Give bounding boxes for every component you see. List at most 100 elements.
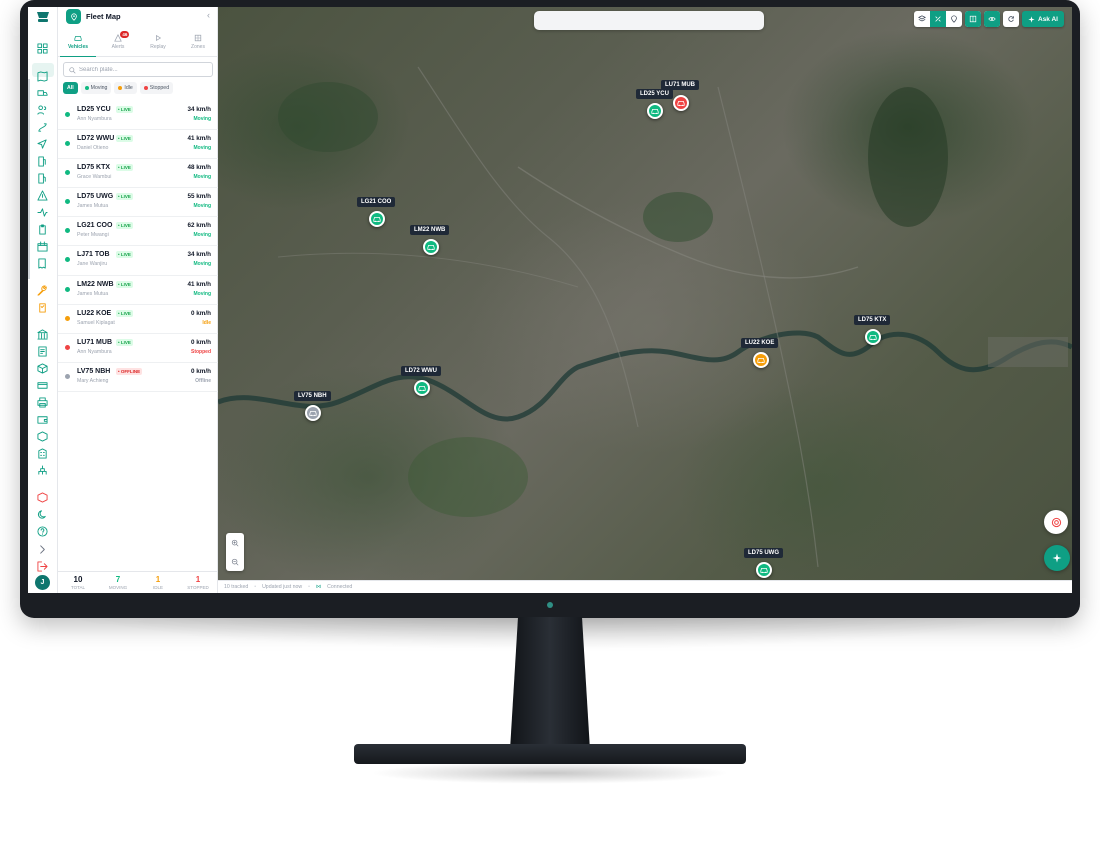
layers-button[interactable]	[914, 11, 930, 27]
tab-alerts[interactable]: Alerts 46	[98, 30, 138, 56]
tab-label: Alerts	[111, 44, 125, 50]
invoice-nav-button[interactable]	[36, 345, 48, 357]
status-dot-icon	[65, 257, 70, 263]
vehicle-row[interactable]: LU71 MUB • LIVE Ann Nyambura 0 km/h Stopped	[58, 334, 218, 363]
refresh-button[interactable]	[1003, 11, 1019, 27]
moon-nav-button[interactable]	[36, 508, 48, 520]
tab-replay[interactable]: Replay	[138, 30, 178, 56]
package-alert-nav-button[interactable]	[36, 491, 48, 503]
vehicle-row[interactable]: LD75 UWG • LIVE James Mutua 55 km/h Moving	[58, 188, 218, 218]
fuel-nav-button[interactable]	[36, 155, 48, 167]
tab-vehicles[interactable]: Vehicles	[58, 30, 98, 57]
vehicle-row[interactable]: LG21 COO • LIVE Peter Mwangi 62 km/h Moving	[58, 217, 218, 247]
activity-nav-button[interactable]	[36, 206, 48, 218]
vehicle-map-marker[interactable]	[423, 239, 439, 255]
ask-ai-label: Ask AI	[1038, 15, 1058, 23]
ask-ai-button[interactable]: Ask AI	[1022, 11, 1064, 27]
idle-dot-icon	[118, 86, 123, 90]
bank-nav-button[interactable]	[36, 328, 48, 340]
ai-assistant-button[interactable]	[1044, 545, 1070, 571]
vehicle-map-marker[interactable]	[673, 95, 689, 111]
vehicle-row[interactable]: LV75 NBH • OFFLINE Mary Achieng 0 km/h Offli…	[58, 363, 218, 392]
vehicle-map-marker[interactable]	[647, 103, 663, 119]
chevron-right-nav-button[interactable]	[36, 543, 48, 555]
rail-scrollbar[interactable]	[28, 79, 30, 279]
vehicle-row[interactable]: LJ71 TOB • LIVE Jane Wanjiru 34 km/h Moving	[58, 246, 218, 276]
route-nav-button[interactable]	[36, 121, 48, 133]
visibility-toggle-button[interactable]	[984, 11, 1000, 27]
vehicle-state: Idle	[202, 319, 211, 326]
zones-tool-group	[965, 11, 981, 27]
vehicle-row[interactable]: LD25 YCU • LIVE Ann Nyambura 34 km/h Moving	[58, 101, 218, 131]
pin-button[interactable]	[946, 11, 962, 27]
vehicle-row[interactable]: LU22 KOE • LIVE Samuel Kiplagat 0 km/h Idle	[58, 305, 218, 334]
credit-card-icon	[36, 381, 48, 389]
status-dot-icon	[65, 141, 70, 147]
box-nav-button[interactable]	[36, 430, 48, 442]
user-avatar[interactable]: J	[35, 575, 50, 590]
vehicle-map-marker[interactable]	[369, 211, 385, 227]
vehicle-map-label: LD75 KTX	[854, 315, 891, 325]
traffic-button[interactable]	[930, 11, 946, 27]
truck-nav-button[interactable]	[36, 87, 48, 99]
vehicle-map-marker[interactable]	[305, 405, 321, 421]
collapse-chevron-icon[interactable]: ‹	[207, 10, 210, 20]
map-nav-button[interactable]	[36, 70, 48, 82]
wallet-nav-button[interactable]	[36, 413, 48, 425]
map-view[interactable]: Ask AI LD25 YCU LU71 MUB LG21 COO LM22 NWB L…	[218, 7, 1072, 580]
filter-label: Moving	[90, 85, 108, 91]
navigation-nav-button[interactable]	[36, 138, 48, 150]
app-logo-icon[interactable]	[35, 11, 51, 25]
live-status-badge: • LIVE	[116, 106, 133, 113]
vehicle-row[interactable]: LD75 KTX • LIVE Grace Wambui 48 km/h Moving	[58, 159, 218, 189]
printer-nav-button[interactable]	[36, 396, 48, 408]
car-icon	[74, 36, 82, 41]
zoom-out-icon	[231, 558, 239, 565]
credit-card-nav-button[interactable]	[36, 379, 48, 391]
warning-nav-button[interactable]	[36, 189, 48, 201]
logout-nav-button[interactable]	[36, 560, 48, 572]
driver-name: Samuel Kiplagat	[77, 319, 115, 326]
receipt-nav-button[interactable]	[36, 257, 48, 269]
filter-stopped[interactable]: Stopped	[139, 82, 174, 94]
stat-idle: 1 IDLE	[138, 572, 178, 593]
filter-moving[interactable]: Moving	[80, 82, 112, 94]
dashboard-nav-button[interactable]	[36, 42, 48, 54]
network-nav-button[interactable]	[36, 464, 48, 476]
vehicle-map-marker[interactable]	[753, 352, 769, 368]
zoom-out-button[interactable]	[226, 552, 244, 571]
help-button[interactable]	[1044, 510, 1068, 534]
zones-toggle-button[interactable]	[965, 11, 981, 27]
vehicle-row[interactable]: LM22 NWB • LIVE James Mutua 41 km/h Moving	[58, 276, 218, 305]
layers-icon	[918, 15, 926, 22]
vehicle-plate: LU71 MUB	[77, 338, 113, 346]
invoice-icon	[37, 345, 47, 357]
map-search-bar[interactable]	[534, 11, 764, 30]
filter-idle[interactable]: Idle	[114, 82, 137, 94]
sparkle-icon	[1052, 553, 1062, 563]
vehicle-map-marker[interactable]	[756, 562, 772, 578]
building-icon	[37, 447, 47, 459]
fuel-card-nav-button[interactable]	[36, 172, 48, 184]
vehicle-row[interactable]: LD72 WWU • LIVE Daniel Otieno 41 km/h Moving	[58, 130, 218, 160]
vehicle-map-marker[interactable]	[865, 329, 881, 345]
clipboard-nav-button[interactable]	[36, 223, 48, 235]
help-circle-nav-button[interactable]	[36, 525, 48, 537]
building-nav-button[interactable]	[36, 447, 48, 459]
driver-name: Ann Nyambura	[77, 348, 112, 355]
wrench-nav-button[interactable]	[36, 284, 48, 296]
stat-moving: 7 MOVING	[98, 572, 138, 593]
calendar-nav-button[interactable]	[36, 240, 48, 252]
tab-zones[interactable]: Zones	[178, 30, 218, 56]
package-nav-button[interactable]	[36, 362, 48, 374]
users-nav-button[interactable]	[36, 104, 48, 116]
panel-header: Fleet Map ‹	[58, 7, 218, 28]
zoom-in-button[interactable]	[226, 533, 244, 552]
search-input[interactable]	[79, 65, 209, 75]
vehicle-map-marker[interactable]	[414, 380, 430, 396]
car-icon	[651, 109, 659, 115]
stopped-dot-icon	[143, 86, 148, 90]
filter-all[interactable]: All	[63, 82, 78, 94]
checklist-nav-button[interactable]	[36, 301, 48, 313]
alerts-count-badge: 46	[120, 31, 130, 38]
